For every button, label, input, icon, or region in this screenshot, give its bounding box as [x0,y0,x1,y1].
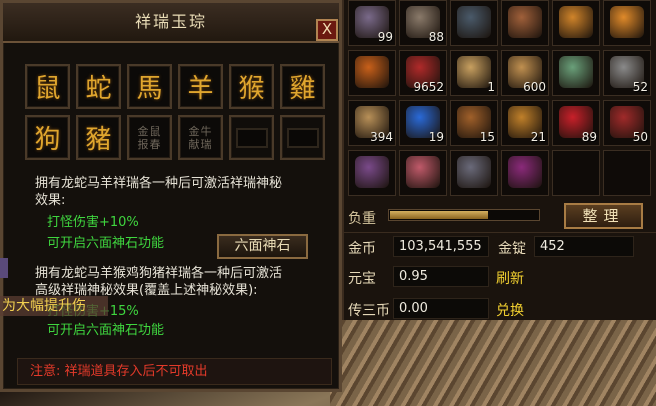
gold-label: 金币 [348,241,376,257]
zodiac-slot[interactable]: 雞 [280,64,325,109]
bag-slot[interactable] [603,150,651,196]
bag-slot[interactable]: 9652 [399,50,447,96]
zodiac-slot[interactable]: 鼠 [25,64,70,109]
bag-slot[interactable]: 21 [501,100,549,146]
item-count: 89 [581,130,597,144]
zodiac-locked-label: 金牛 献瑞 [188,124,213,151]
bag-slot[interactable]: 89 [552,100,600,146]
sort-button[interactable]: 整理 [564,203,643,229]
item-count: 1 [487,80,495,94]
bag-slot[interactable]: 1 [450,50,498,96]
effect1-desc-line2: 效果: [35,193,66,208]
effect1-stat: 打怪伤害+10% [47,215,139,230]
divider [342,232,656,233]
item-count: 394 [370,130,393,144]
zodiac-slot[interactable]: 馬 [127,64,172,109]
bag-slot[interactable]: 19 [399,100,447,146]
item-icon [457,56,491,88]
auspicious-jade-dialog: 祥瑞玉琮 X 鼠蛇馬羊猴雞狗豬金鼠 报春 金牛 献瑞 拥有龙蛇马羊祥瑞各一种后可激… [0,0,342,392]
item-icon [508,6,542,38]
item-count: 50 [632,130,648,144]
weight-bar [388,209,540,221]
bag-slot[interactable]: 50 [603,100,651,146]
weight-label: 负重 [348,211,376,227]
coin-value: 0.00 [393,298,489,319]
six-face-stone-button[interactable]: 六面神石 [217,234,308,259]
ingot-value: 452 [534,236,634,257]
dialog-title: 祥瑞玉琮 [3,3,339,43]
bag-slot[interactable] [552,150,600,196]
effect2-unlock: 可开启六面神石功能 [47,323,165,338]
bag-slot[interactable]: 99 [348,0,396,46]
item-count: 9652 [413,80,444,94]
item-icon [610,6,644,38]
item-icon [559,6,593,38]
bag-slot[interactable] [348,150,396,196]
zodiac-figure-icon: 雞 [289,74,316,104]
bag-slot[interactable] [501,150,549,196]
item-icon [355,56,389,88]
item-icon [406,156,440,188]
zodiac-locked-label: 金鼠 报春 [137,124,162,151]
effect1-desc-line1: 拥有龙蛇马羊祥瑞各一种后可激活祥瑞神秘 [35,176,283,191]
effect1-unlock: 可开启六面神石功能 [47,236,165,251]
item-count: 52 [632,80,648,94]
bag-slot[interactable]: 52 [603,50,651,96]
zodiac-figure-icon: 豬 [85,125,112,155]
zodiac-figure-icon: 鼠 [34,74,61,104]
exchange-button[interactable]: 兑换 [496,300,524,320]
zodiac-slot[interactable]: 蛇 [76,64,121,109]
ingot-label: 金锭 [498,241,526,257]
zodiac-slot[interactable] [280,115,325,160]
warning-note: 注意: 祥瑞道具存入后不可取出 [17,358,332,385]
bag-slot[interactable] [501,0,549,46]
bag-slot[interactable]: 600 [501,50,549,96]
item-count: 600 [523,80,546,94]
bag-slot[interactable] [552,50,600,96]
item-icon [559,56,593,88]
item-icon [355,156,389,188]
yuanbao-label: 元宝 [348,271,376,287]
bag-slot[interactable] [348,50,396,96]
refresh-button[interactable]: 刷新 [496,268,524,288]
weight-fill [390,211,488,219]
item-count: 88 [428,30,444,44]
zodiac-slot[interactable]: 狗 [25,115,70,160]
zodiac-slot[interactable]: 豬 [76,115,121,160]
bag-slot[interactable] [399,150,447,196]
bag-slot[interactable]: 88 [399,0,447,46]
bag-slot[interactable] [450,150,498,196]
effect2-desc-line1: 拥有龙蛇马羊猴鸡狗猪祥瑞各一种后可激活 [35,266,283,281]
zodiac-figure-icon: 馬 [136,74,163,104]
zodiac-figure-icon: 狗 [34,125,61,155]
item-icon [457,6,491,38]
item-icon [457,156,491,188]
zodiac-figure-icon: 蛇 [85,74,112,104]
zodiac-slot[interactable]: 金牛 献瑞 [178,115,223,160]
bag-slot[interactable] [552,0,600,46]
zodiac-figure-icon: 猴 [238,74,265,104]
bag-slot[interactable]: 394 [348,100,396,146]
item-icon [508,156,542,188]
zodiac-slot[interactable]: 羊 [178,64,223,109]
close-button[interactable]: X [316,19,338,41]
zodiac-figure-icon: 羊 [187,74,214,104]
bag-slot[interactable] [450,0,498,46]
item-count: 21 [530,130,546,144]
item-count: 99 [377,30,393,44]
coin-label: 传三币 [348,303,390,319]
zodiac-slot[interactable]: 猴 [229,64,274,109]
yuanbao-value: 0.95 [393,266,489,287]
gold-value: 103,541,555 [393,236,489,257]
zodiac-slot[interactable] [229,115,274,160]
side-strip [0,258,8,278]
item-count: 15 [479,130,495,144]
item-count: 19 [428,130,444,144]
side-overlay-text: 为大幅提升伤 [0,296,108,316]
bag-slot[interactable] [603,0,651,46]
bag-slot[interactable]: 15 [450,100,498,146]
zodiac-slot[interactable]: 金鼠 报春 [127,115,172,160]
